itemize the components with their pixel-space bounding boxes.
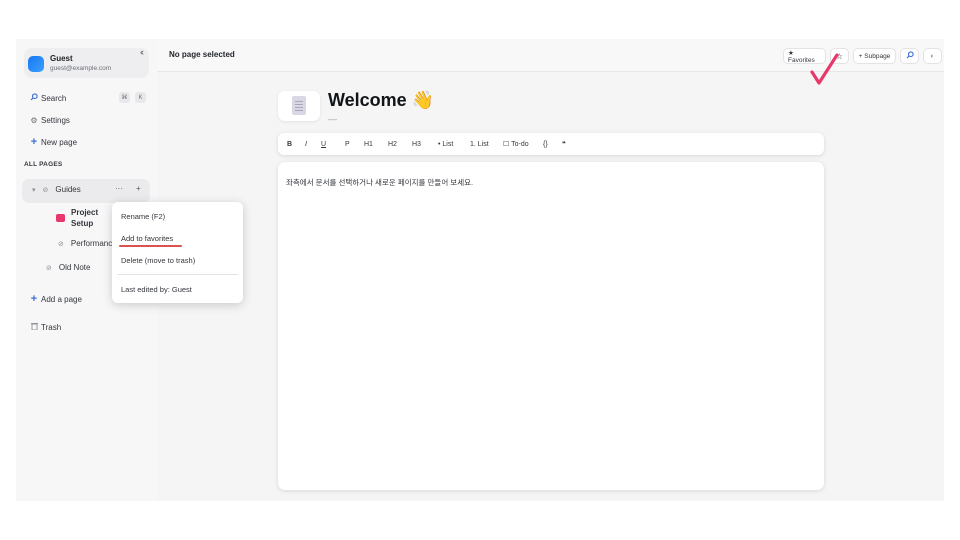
editor-placeholder-text: 좌측에서 문서를 선택하거나 새로운 페이지를 만들어 보세요. [286, 178, 474, 187]
theme-toggle-button[interactable]: ◐ [923, 48, 942, 64]
page-icon: ⊘ [46, 264, 52, 272]
page-icon-picker[interactable] [278, 91, 320, 121]
search-label: Search [41, 93, 67, 103]
search-icon [906, 51, 914, 61]
user-email: guest@example.com [50, 65, 112, 72]
menu-item-rename[interactable]: Rename (F2) [121, 212, 165, 221]
user-name: Guest [50, 54, 73, 63]
tree-item-performance[interactable]: ⊘ Performance [58, 239, 117, 248]
page-context-menu: Rename (F2) Add to favorites Delete (mov… [112, 202, 243, 303]
bullet-list-button[interactable]: • List [438, 138, 453, 150]
caret-down-icon[interactable]: ▾ [32, 186, 36, 194]
avatar [28, 56, 44, 72]
sidebar-item-settings[interactable]: ⚙ Settings [29, 114, 70, 126]
theme-icon: ◐ [930, 52, 935, 60]
tree-item-old-note[interactable]: ⊘ Old Note [46, 263, 90, 272]
document-icon [292, 96, 306, 115]
formatting-toolbar: B I U P H1 H2 H3 • List 1. List ☐ To-do … [278, 133, 824, 155]
tree-item-label: Project Setup [71, 208, 99, 228]
add-subpage-button[interactable]: + Subpage [853, 48, 896, 64]
menu-item-delete[interactable]: Delete (move to trash) [121, 256, 195, 265]
trash-icon [29, 322, 39, 332]
page-icon: ⊘ [42, 186, 49, 194]
numbered-list-button[interactable]: 1. List [470, 138, 489, 150]
gear-icon: ⚙ [30, 115, 38, 125]
search-button[interactable] [900, 48, 919, 64]
menu-divider [117, 274, 238, 275]
heading3-button[interactable]: H3 [412, 138, 421, 150]
tree-item-label: Guides [55, 185, 81, 194]
highlight-underline [119, 245, 182, 247]
settings-label: Settings [41, 115, 70, 125]
search-shortcut-cmd: ⌘ [119, 92, 130, 103]
heading1-button[interactable]: H1 [364, 138, 373, 150]
title-placeholder-dash: — [328, 114, 337, 124]
page-icon: ⊘ [58, 240, 64, 248]
sidebar-item-add-page[interactable]: + Add a page [29, 293, 82, 305]
search-icon [29, 93, 39, 103]
user-card[interactable]: Guest guest@example.com [24, 48, 149, 78]
editor-area[interactable]: 좌측에서 문서를 선택하거나 새로운 페이지를 만들어 보세요. [278, 162, 824, 490]
tree-item-label: Performance [70, 239, 117, 248]
heading2-button[interactable]: H2 [388, 138, 397, 150]
page-title[interactable]: Welcome 👋 [328, 90, 434, 111]
collapse-sidebar-icon[interactable]: ‹‹ [140, 47, 144, 57]
menu-item-add-to-favorites[interactable]: Add to favorites [121, 234, 173, 243]
section-label-all-pages: ALL PAGES [24, 161, 63, 168]
new-page-label: New page [41, 137, 78, 147]
italic-button[interactable]: I [305, 138, 307, 150]
paragraph-button[interactable]: P [345, 138, 350, 150]
add-subpage-icon[interactable]: + [136, 184, 141, 193]
sidebar-item-new-page[interactable]: + New page [29, 136, 77, 148]
tree-item-label: Old Note [58, 263, 91, 272]
sidebar-item-search[interactable]: Search [29, 92, 66, 104]
last-edited-info: Last edited by: Guest [121, 285, 192, 294]
plus-icon: + [30, 293, 38, 305]
briefcase-icon [56, 214, 65, 222]
todo-button[interactable]: ☐ To-do [503, 138, 529, 150]
quote-button[interactable]: ❝ [562, 138, 566, 150]
page-status: No page selected [169, 50, 235, 59]
search-shortcut-k: K [135, 92, 146, 103]
more-options-icon[interactable]: ··· [115, 184, 123, 193]
plus-icon: + [30, 136, 38, 148]
tree-item-guides[interactable]: ▾ ⊘ Guides [32, 185, 81, 194]
tree-item-project-setup[interactable]: Project Setup [56, 207, 111, 229]
code-button[interactable]: {} [543, 138, 548, 150]
checkmark-annotation-icon [810, 53, 839, 85]
sidebar-item-trash[interactable]: Trash [29, 321, 61, 333]
underline-button[interactable]: U [321, 138, 326, 150]
bold-button[interactable]: B [287, 138, 292, 150]
trash-label: Trash [41, 322, 62, 332]
app-window: Guest guest@example.com ‹‹ Search ⌘ K ⚙ … [16, 39, 944, 501]
add-page-label: Add a page [41, 294, 82, 304]
